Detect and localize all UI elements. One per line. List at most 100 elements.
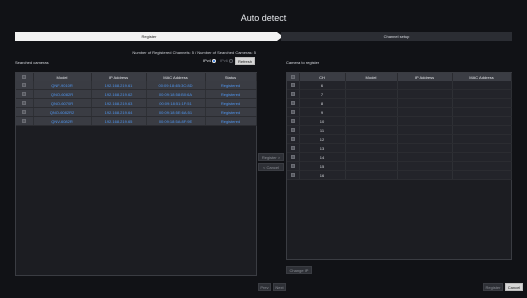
table-row[interactable]: 12 [287,134,512,144]
row-select-cell[interactable] [287,170,300,180]
row-select-cell[interactable] [287,116,300,126]
table-row[interactable]: QNO-6082R2 192.168.219.64 00:09:18:5E:6A… [16,107,257,117]
column-header-ip[interactable]: IP Address [397,73,453,81]
row-checkbox[interactable] [290,110,295,115]
cell-model [345,170,398,180]
table-row[interactable]: 6 [287,81,512,90]
cell-ip: 192.168.219.63 [91,98,147,108]
wizard-steps: Register Channel setup [15,32,512,41]
ipv6-label: IPv6 [220,58,229,63]
cell-ch: 10 [299,116,346,126]
table-row[interactable]: 9 [287,107,512,117]
table-row[interactable]: 11 [287,125,512,135]
step-channel-setup[interactable]: Channel setup [281,32,512,41]
cell-status: Registered [205,107,257,117]
column-header-ch[interactable]: CH [299,73,346,81]
row-checkbox[interactable] [290,83,295,88]
table-row[interactable]: 8 [287,98,512,108]
cell-model [345,152,398,162]
cell-model [345,143,398,153]
row-checkbox[interactable] [22,83,27,88]
table-row[interactable]: 14 [287,152,512,162]
camera-to-register-table: CH Model IP Address MAC Address 6 7 8 9 … [286,72,512,260]
cell-ip [397,89,453,99]
cell-ip [397,143,453,153]
cell-ip [397,116,453,126]
select-all-cell[interactable] [287,73,300,81]
ipv6-option[interactable]: IPv6 [220,58,234,63]
column-header-model[interactable]: Model [345,73,398,81]
row-select-cell[interactable] [16,98,34,108]
row-checkbox[interactable] [290,119,295,124]
row-select-cell[interactable] [287,89,300,99]
row-select-cell[interactable] [16,107,34,117]
row-select-cell[interactable] [287,98,300,108]
row-select-cell[interactable] [287,143,300,153]
column-header-model[interactable]: Model [33,73,92,81]
step-register[interactable]: Register [15,32,283,41]
next-button[interactable]: Next [273,283,286,291]
table-row[interactable]: 7 [287,89,512,99]
cancel-button[interactable]: Cancel [505,283,523,291]
cell-status: Registered [205,89,257,99]
table-row[interactable]: 13 [287,143,512,153]
row-checkbox[interactable] [22,101,27,106]
refresh-button[interactable]: Refresh [235,57,255,65]
row-select-cell[interactable] [287,107,300,117]
register-button[interactable]: Register [483,283,503,291]
row-checkbox[interactable] [290,146,295,151]
table-row[interactable]: 15 [287,161,512,171]
row-select-cell[interactable] [287,152,300,162]
row-select-cell[interactable] [287,134,300,144]
select-all-checkbox[interactable] [290,75,295,80]
row-checkbox[interactable] [290,101,295,106]
cancel-arrow-button[interactable]: < Cancel [258,163,284,171]
table-row[interactable]: QNO-6082R 192.168.219.62 00:09:18:58:B0:… [16,89,257,99]
column-header-mac[interactable]: MAC Address [146,73,206,81]
row-checkbox[interactable] [22,110,27,115]
row-select-cell[interactable] [16,81,34,90]
change-ip-button[interactable]: Change IP [286,266,312,274]
row-checkbox[interactable] [290,137,295,142]
ipv6-radio[interactable] [229,58,234,63]
ipv4-radio[interactable] [212,58,217,63]
cell-model [345,89,398,99]
row-checkbox[interactable] [290,155,295,160]
column-header-mac[interactable]: MAC Address [452,73,512,81]
column-header-ip[interactable]: IP Address [91,73,147,81]
ipv4-option[interactable]: IPv4 [203,58,217,63]
row-checkbox[interactable] [290,128,295,133]
cell-mac: 00:09:18:58:B0:6A [146,89,206,99]
table-row[interactable]: QNV-6082R 192.168.219.65 00:09:18:5A:8F:… [16,116,257,126]
row-select-cell[interactable] [287,125,300,135]
column-header-status[interactable]: Status [205,73,257,81]
prev-button[interactable]: Prev [258,283,271,291]
row-select-cell[interactable] [287,81,300,90]
cell-ch: 9 [299,107,346,117]
row-checkbox[interactable] [22,92,27,97]
register-arrow-button[interactable]: Register > [258,153,284,161]
dialog-title: Auto detect [240,13,287,23]
row-select-cell[interactable] [16,116,34,126]
table-row[interactable]: QNF-9010R 192.168.219.61 00:09:18:4B:3C:… [16,81,257,90]
cell-mac [452,81,512,90]
row-checkbox[interactable] [22,119,27,124]
cell-ip [397,170,453,180]
row-select-cell[interactable] [287,161,300,171]
row-checkbox[interactable] [290,173,295,178]
table-row[interactable]: QNO-6070R 192.168.219.63 00:09:18:51:1F:… [16,98,257,108]
select-all-cell[interactable] [16,73,34,81]
cell-ch: 11 [299,125,346,135]
cell-status: Registered [205,98,257,108]
cell-model: QNO-6082R [33,89,92,99]
cell-mac: 00:09:18:5E:6A:51 [146,107,206,117]
table-row[interactable]: 16 [287,170,512,180]
select-all-checkbox[interactable] [22,75,27,80]
row-checkbox[interactable] [290,92,295,97]
cell-ip: 192.168.219.62 [91,89,147,99]
table-row[interactable]: 10 [287,116,512,126]
row-checkbox[interactable] [290,164,295,169]
row-select-cell[interactable] [16,89,34,99]
cell-ch: 6 [299,81,346,90]
cell-ip [397,152,453,162]
